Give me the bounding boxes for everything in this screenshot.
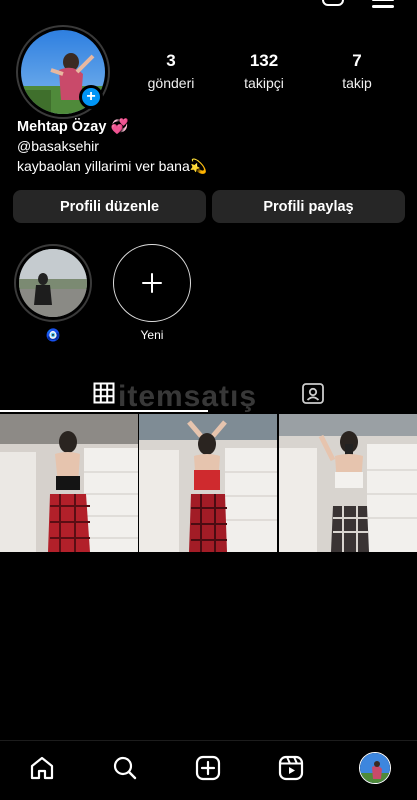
following-count: 7 <box>352 51 362 70</box>
post-thumbnail[interactable] <box>279 414 417 552</box>
nav-profile[interactable] <box>358 751 392 785</box>
tab-indicator <box>0 410 208 412</box>
nav-search[interactable] <box>108 751 142 785</box>
posts-count: 3 <box>166 51 176 70</box>
search-icon <box>113 756 137 780</box>
menu-icon[interactable] <box>372 0 394 8</box>
following-stat[interactable]: 7 takip <box>317 51 397 92</box>
home-icon <box>30 756 54 780</box>
posts-stat: 3 gönderi <box>131 51 211 92</box>
posts-label: gönderi <box>147 75 195 91</box>
bio-text: kaybaolan yillarimi ver bana💫 <box>17 158 208 174</box>
profile-avatar-small <box>359 752 391 784</box>
nav-home[interactable] <box>25 751 59 785</box>
new-highlight-label: Yeni <box>140 328 164 342</box>
followers-label: takipçi <box>244 75 284 91</box>
post-thumbnail[interactable] <box>0 414 138 552</box>
display-name: Mehtap Özay 💞 <box>17 119 129 135</box>
posts-grid <box>0 414 417 552</box>
following-label: takip <box>342 75 372 91</box>
username[interactable]: @basaksehir <box>17 138 99 154</box>
post-thumbnail[interactable] <box>139 414 277 552</box>
followers-stat[interactable]: 132 takipçi <box>224 51 304 92</box>
tagged-icon <box>302 383 324 404</box>
story-highlight[interactable] <box>14 244 92 322</box>
followers-count: 132 <box>249 51 279 70</box>
top-bar <box>0 0 417 8</box>
nav-create[interactable] <box>191 751 225 785</box>
plus-icon <box>142 273 162 293</box>
add-story-icon[interactable]: + <box>79 85 103 109</box>
edit-profile-button[interactable]: Profili düzenle <box>13 190 206 223</box>
grid-icon <box>93 382 115 404</box>
watermark: itemsatış <box>118 380 258 413</box>
threads-icon[interactable] <box>322 0 344 6</box>
highlight-label: 🧿 <box>45 328 61 342</box>
reels-icon <box>278 755 304 781</box>
bottom-nav <box>0 740 417 800</box>
new-highlight-button[interactable] <box>113 244 191 322</box>
create-icon <box>195 755 221 781</box>
share-profile-button[interactable]: Profili paylaş <box>212 190 405 223</box>
highlight-image <box>19 249 87 317</box>
nav-reels[interactable] <box>274 751 308 785</box>
